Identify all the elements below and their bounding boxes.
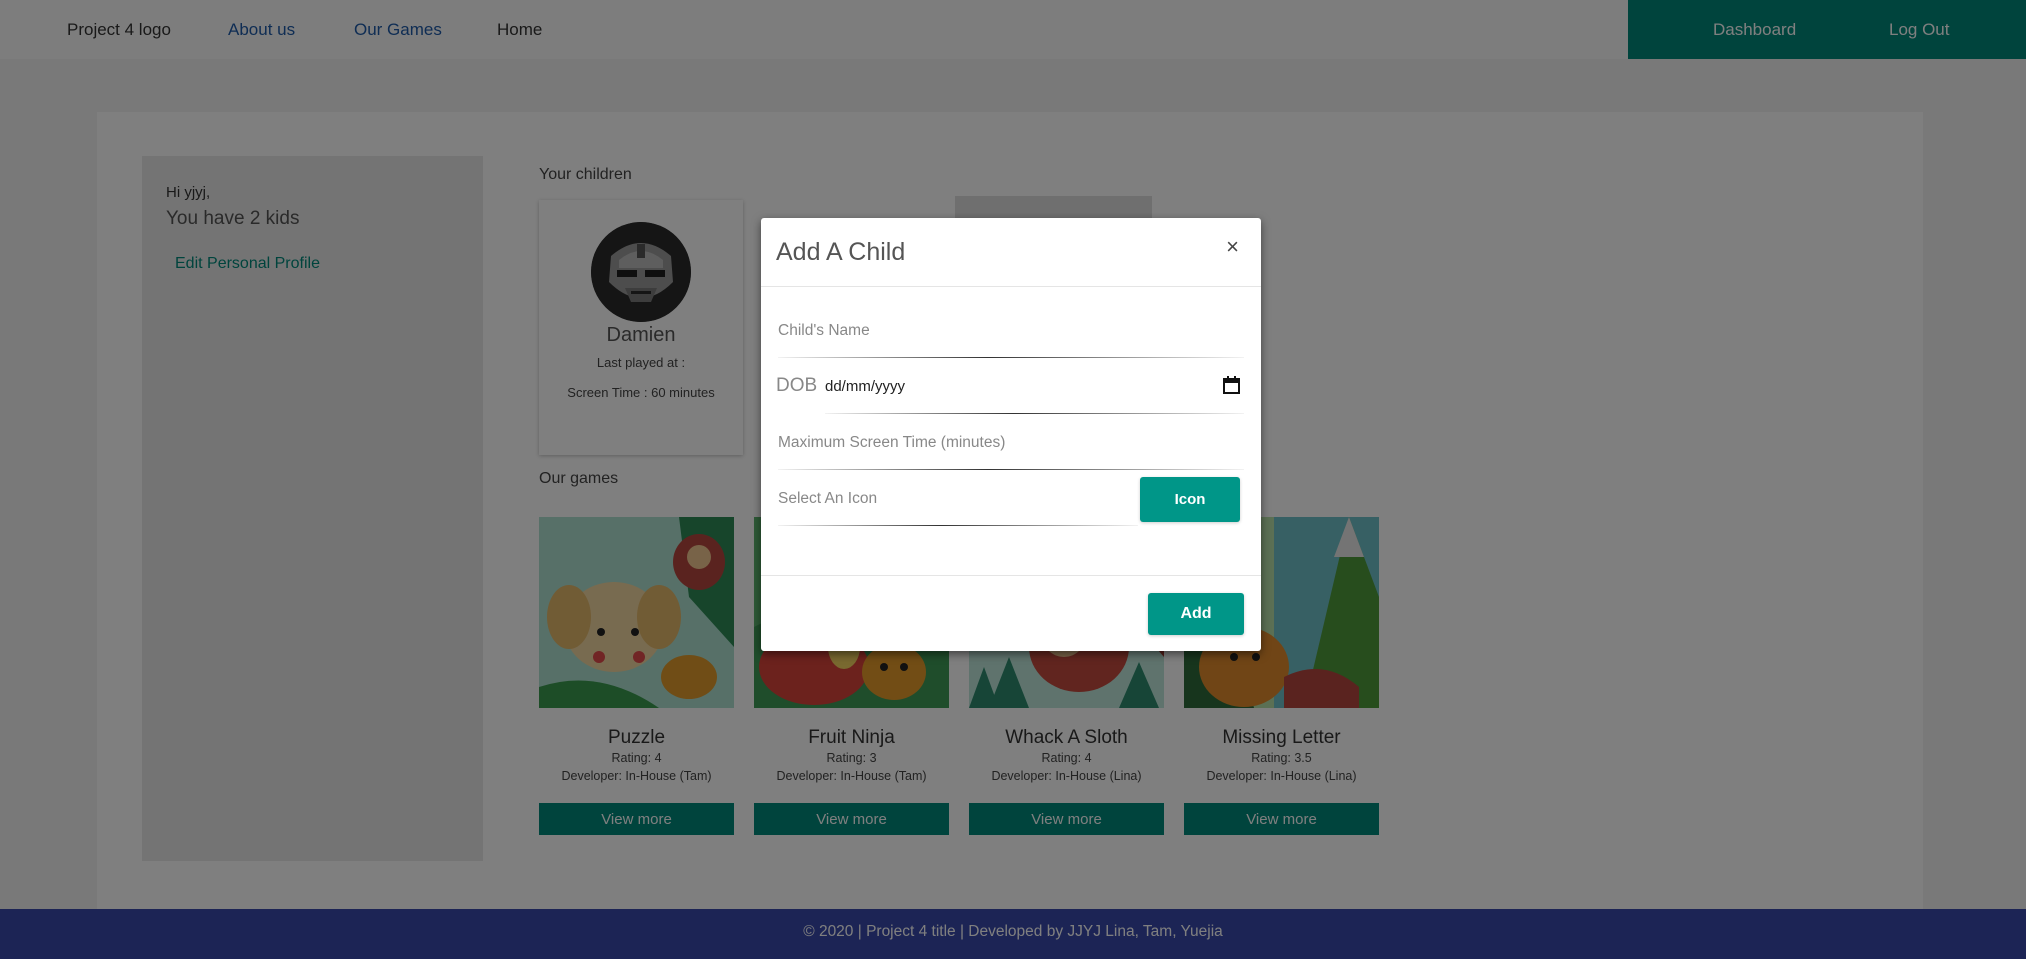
- icon-select-input[interactable]: Select An Icon: [778, 490, 877, 508]
- add-child-modal: Add A Child × Child's Name DOB dd/mm/yyy…: [761, 218, 1261, 651]
- modal-footer-divider: [761, 575, 1261, 576]
- modal-header-divider: [761, 286, 1261, 287]
- name-underline: [778, 357, 1244, 358]
- dob-underline: [825, 413, 1244, 414]
- choose-icon-button[interactable]: Icon: [1140, 477, 1240, 522]
- screen-time-input[interactable]: Maximum Screen Time (minutes): [778, 434, 1005, 452]
- add-child-button[interactable]: Add: [1148, 593, 1244, 635]
- dob-date-input[interactable]: dd/mm/yyyy: [825, 378, 905, 395]
- screen-time-underline: [778, 469, 1244, 470]
- calendar-icon[interactable]: [1223, 376, 1240, 394]
- icon-underline: [778, 525, 1138, 526]
- modal-title: Add A Child: [776, 238, 906, 266]
- child-name-input[interactable]: Child's Name: [778, 322, 870, 340]
- dob-label: DOB: [776, 375, 818, 396]
- close-icon[interactable]: ×: [1226, 234, 1239, 260]
